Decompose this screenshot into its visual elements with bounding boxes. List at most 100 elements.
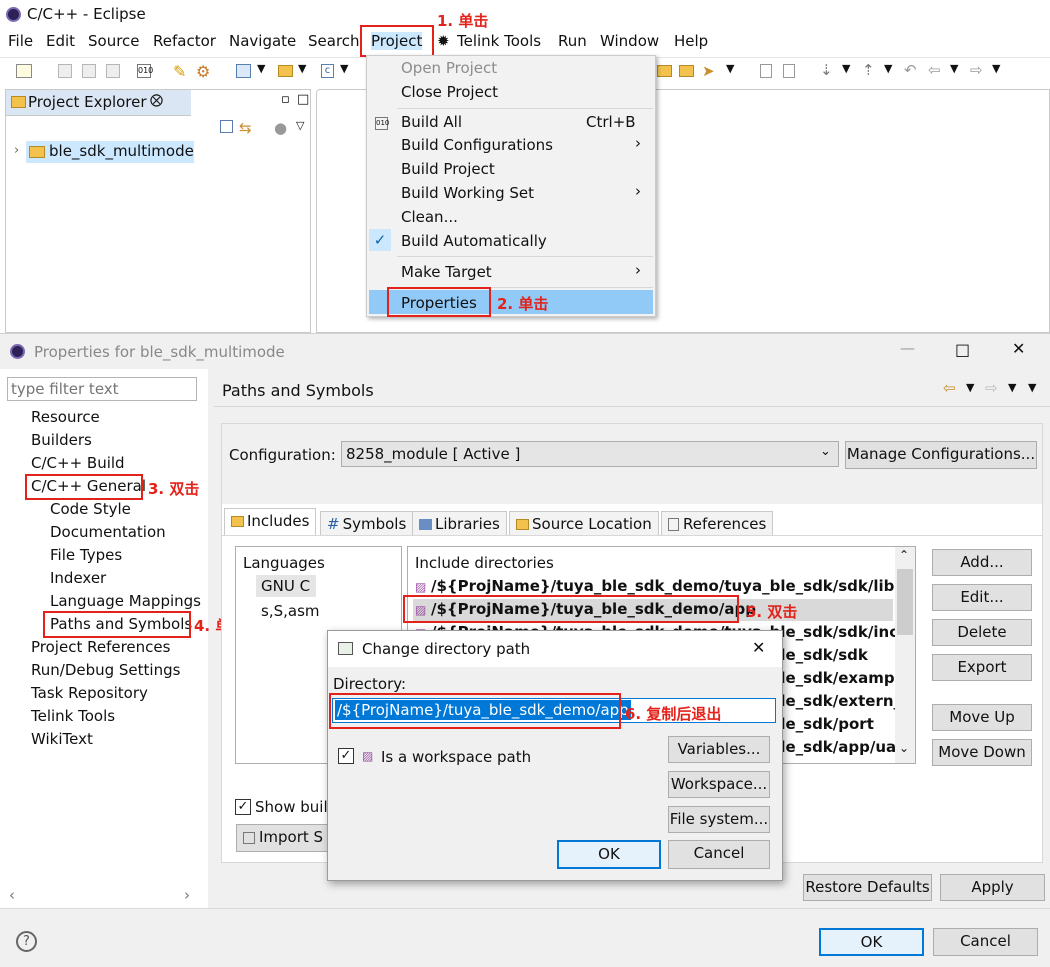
dialog-cancel-button[interactable]: Cancel (668, 840, 770, 869)
chevron-up-icon[interactable]: ⌃ (899, 548, 909, 562)
export-button[interactable]: Export (932, 654, 1032, 681)
view-menu-icon[interactable]: ▽ (296, 119, 304, 132)
chevron-down-icon[interactable]: ▼ (257, 62, 265, 75)
dialog-ok-button[interactable]: OK (557, 840, 661, 869)
forward-icon[interactable]: ⇨ (985, 379, 998, 397)
chevron-down-icon[interactable]: ▼ (950, 62, 958, 75)
build-icon[interactable]: 010 (137, 64, 153, 78)
open-icon[interactable] (657, 65, 672, 77)
menu-file[interactable]: File (8, 32, 33, 50)
nav-wikitext[interactable]: WikiText (31, 730, 93, 748)
nav-indexer[interactable]: Indexer (50, 569, 106, 587)
chevron-down-icon[interactable]: ▼ (992, 62, 1000, 75)
nav-task-repository[interactable]: Task Repository (31, 684, 148, 702)
edit-button[interactable]: Edit... (932, 584, 1032, 611)
config-select[interactable]: 8258_module [ Active ] ⌄ (341, 441, 839, 467)
manage-configurations-button[interactable]: Manage Configurations... (845, 441, 1037, 469)
filter-input[interactable] (7, 377, 197, 401)
nav-code-style[interactable]: Code Style (50, 500, 131, 518)
minimize-icon[interactable]: ▫ (281, 92, 290, 107)
gear-icon[interactable]: ⚙ (196, 62, 210, 81)
add-button[interactable]: Add... (932, 549, 1032, 576)
nav-file-types[interactable]: File Types (50, 546, 122, 564)
view-menu-icon[interactable]: ▼ (1028, 381, 1036, 394)
menu-window[interactable]: Window (600, 32, 659, 50)
chevron-down-icon[interactable]: ▼ (966, 381, 974, 394)
menu-item-build-all[interactable]: Build All (401, 113, 462, 131)
menu-item-build-automatically[interactable]: Build Automatically (401, 232, 547, 250)
tab-libraries[interactable]: Libraries (412, 511, 507, 535)
nav-documentation[interactable]: Documentation (50, 523, 166, 541)
close-icon[interactable]: ✕ (752, 638, 765, 657)
menu-item-make-target[interactable]: Make Target (401, 263, 492, 281)
nav-telink-tools[interactable]: Telink Tools (31, 707, 115, 725)
variables-button[interactable]: Variables... (668, 736, 770, 763)
nav-run-debug-settings[interactable]: Run/Debug Settings (31, 661, 180, 679)
print-icon[interactable] (106, 64, 120, 78)
collapse-all-icon[interactable] (220, 120, 233, 133)
maximize-icon[interactable]: □ (297, 92, 309, 107)
tab-source-location[interactable]: Source Location (509, 511, 659, 535)
tab-includes[interactable]: Includes (224, 508, 317, 535)
nav-resource[interactable]: Resource (31, 408, 100, 426)
menu-item-build-configurations[interactable]: Build Configurations (401, 136, 553, 154)
chevron-down-icon[interactable]: ▼ (726, 62, 734, 75)
nav-project-references[interactable]: Project References (31, 638, 170, 656)
new-icon[interactable] (16, 64, 32, 78)
cancel-button[interactable]: Cancel (933, 928, 1038, 956)
explorer-tab[interactable]: Project Explorer ⨂ (6, 90, 191, 116)
maximize-icon[interactable]: □ (955, 340, 970, 359)
nav-cpp-build[interactable]: C/C++ Build (31, 454, 125, 472)
file-system-button[interactable]: File system... (668, 806, 770, 833)
back-icon[interactable]: ⇦ (943, 379, 956, 397)
chevron-down-icon[interactable]: ▼ (842, 62, 850, 75)
minimize-icon[interactable]: — (900, 339, 915, 357)
left-hscrollbar[interactable]: ‹ › (6, 886, 196, 904)
save-icon[interactable] (58, 64, 72, 78)
tab-references[interactable]: References (661, 511, 774, 535)
chevron-down-icon[interactable]: ⌄ (899, 741, 909, 755)
chevron-down-icon[interactable]: ▼ (340, 62, 348, 75)
menu-telink-tools[interactable]: Telink Tools (457, 32, 541, 50)
language-asm[interactable]: s,S,asm (261, 602, 320, 620)
restore-defaults-button[interactable]: Restore Defaults (803, 874, 932, 901)
workspace-button[interactable]: Workspace... (668, 771, 770, 798)
last-edit-icon[interactable]: ↶ (904, 61, 917, 79)
chevron-right-icon[interactable]: › (184, 886, 190, 904)
link-editor-icon[interactable]: ⇆ (239, 119, 252, 137)
debug-icon[interactable]: ➤ (702, 62, 715, 80)
show-built-checkbox[interactable]: ✓ (235, 799, 251, 815)
pencil-icon[interactable]: ✎ (173, 62, 186, 81)
delete-button[interactable]: Delete (932, 619, 1032, 646)
new-cpp-project-icon[interactable] (236, 64, 251, 78)
chevron-down-icon[interactable]: ▼ (884, 62, 892, 75)
forward-icon[interactable]: ⇨ (970, 61, 983, 79)
new-folder-icon[interactable] (278, 65, 293, 77)
view-icon[interactable] (760, 64, 772, 78)
chevron-left-icon[interactable]: ‹ (9, 886, 15, 904)
menu-item-clean[interactable]: Clean... (401, 208, 458, 226)
menu-item-build-working-set[interactable]: Build Working Set (401, 184, 534, 202)
menu-item-close-project[interactable]: Close Project (401, 83, 498, 101)
help-icon[interactable]: ? (16, 931, 37, 952)
prev-annotation-icon[interactable]: ⇡ (862, 61, 875, 79)
menu-edit[interactable]: Edit (46, 32, 75, 50)
scrollbar-thumb[interactable] (897, 569, 913, 635)
close-icon[interactable]: ✕ (1012, 339, 1025, 358)
menu-item-open-project[interactable]: Open Project (401, 59, 497, 77)
menu-item-build-project[interactable]: Build Project (401, 160, 495, 178)
chevron-right-icon[interactable]: › (14, 143, 19, 158)
chevron-down-icon[interactable]: ▼ (298, 62, 306, 75)
open-folder-icon[interactable] (679, 65, 694, 77)
nav-builders[interactable]: Builders (31, 431, 92, 449)
next-annotation-icon[interactable]: ⇣ (820, 61, 833, 79)
chevron-down-icon[interactable]: ▼ (1008, 381, 1016, 394)
move-up-button[interactable]: Move Up (932, 704, 1032, 731)
nav-language-mappings[interactable]: Language Mappings (50, 592, 201, 610)
back-icon[interactable]: ⇦ (928, 61, 941, 79)
menu-navigate[interactable]: Navigate (229, 32, 296, 50)
menu-refactor[interactable]: Refactor (153, 32, 216, 50)
menu-source[interactable]: Source (88, 32, 140, 50)
filter-icon[interactable]: ● (274, 119, 287, 137)
save-all-icon[interactable] (82, 64, 96, 78)
